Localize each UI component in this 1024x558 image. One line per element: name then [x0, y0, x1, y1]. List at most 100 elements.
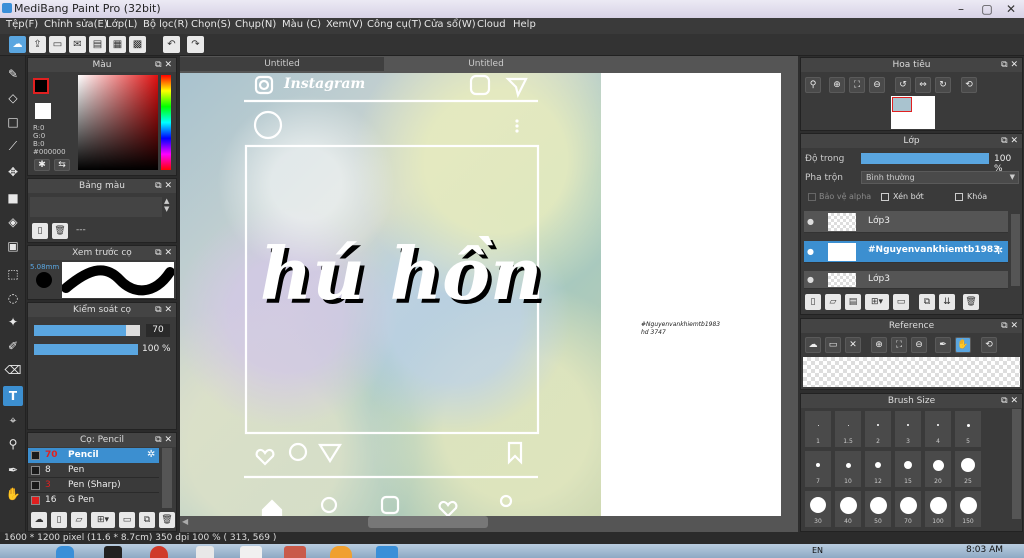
- brush-opacity-slider[interactable]: [34, 344, 138, 355]
- lock-checkbox[interactable]: [955, 193, 963, 201]
- nav-fit-icon[interactable]: ⛶: [849, 77, 865, 93]
- eyedropper-tool-icon[interactable]: ⚲: [3, 434, 23, 454]
- brush-menu-icon[interactable]: ⊞▾: [91, 512, 115, 528]
- panel-close-icon[interactable]: ⧉ ✕: [155, 303, 172, 317]
- nav-reset-icon[interactable]: ⟲: [961, 77, 977, 93]
- nav-zoom-out-icon[interactable]: ⊖: [869, 77, 885, 93]
- saturation-value-picker[interactable]: [78, 75, 158, 170]
- minimize-icon[interactable]: –: [948, 0, 974, 18]
- nav-zoom-icon[interactable]: ⚲: [805, 77, 821, 93]
- brush-size-cell[interactable]: 10: [835, 451, 861, 487]
- artwork-image[interactable]: Instagram hú hồn: [180, 73, 601, 516]
- brush-settings-icon[interactable]: ✲: [147, 449, 155, 460]
- shape-tool-icon[interactable]: □: [3, 112, 23, 132]
- brush-size-cell[interactable]: 3: [895, 411, 921, 447]
- layer-folder-icon[interactable]: ▭: [893, 294, 909, 310]
- menu-help[interactable]: Help: [513, 19, 536, 30]
- brush-tool-icon[interactable]: ✎: [3, 64, 23, 84]
- menu-capture[interactable]: Chụp(N): [235, 19, 276, 30]
- brush-cloud-icon[interactable]: ☁: [31, 512, 47, 528]
- line-tool-icon[interactable]: ⟋: [3, 136, 23, 156]
- message-icon[interactable]: ✉: [69, 36, 86, 53]
- brush-new-icon[interactable]: ▯: [51, 512, 67, 528]
- brush-folder-icon[interactable]: ▭: [119, 512, 135, 528]
- reference-view[interactable]: [803, 357, 1020, 387]
- brush-size-cell[interactable]: 100: [925, 491, 951, 527]
- visibility-eye-icon[interactable]: ●: [807, 247, 814, 256]
- magic-wand-tool-icon[interactable]: ✦: [3, 312, 23, 332]
- menu-tools[interactable]: Công cụ(T): [367, 19, 422, 30]
- brush-size-cell[interactable]: 25: [955, 451, 981, 487]
- brush-delete-icon[interactable]: 🗑: [159, 512, 175, 528]
- ref-open-icon[interactable]: ▭: [825, 337, 841, 353]
- layer-merge-icon[interactable]: ⇊: [939, 294, 955, 310]
- menu-edit[interactable]: Chỉnh sửa(E): [44, 19, 108, 30]
- navigator-thumbnail[interactable]: [891, 96, 935, 129]
- taskbar-app-icon[interactable]: [330, 546, 352, 558]
- text-tool-icon[interactable]: T: [3, 386, 23, 406]
- nav-rotate-left-icon[interactable]: ↺: [895, 77, 911, 93]
- share-icon[interactable]: ⇪: [29, 36, 46, 53]
- cloud-icon[interactable]: ☁: [9, 36, 26, 53]
- ref-zoom-in-icon[interactable]: ⊕: [871, 337, 887, 353]
- ref-fit-icon[interactable]: ⛶: [891, 337, 907, 353]
- menu-color[interactable]: Màu (C): [282, 19, 321, 30]
- eraser-tool-icon[interactable]: ◇: [3, 88, 23, 108]
- taskbar-app-icon[interactable]: [240, 546, 262, 558]
- brush-size-cell[interactable]: 1: [805, 411, 831, 447]
- layer-duplicate-icon[interactable]: ⧉: [919, 294, 935, 310]
- gradient-tool-icon[interactable]: ▣: [3, 236, 23, 256]
- layer-settings-icon[interactable]: ✲: [994, 244, 1003, 257]
- select-rect-tool-icon[interactable]: ⬚: [3, 264, 23, 284]
- close-icon[interactable]: ✕: [998, 0, 1024, 18]
- ref-rotate-icon[interactable]: ⟲: [981, 337, 997, 353]
- brush-size-cell[interactable]: 150: [955, 491, 981, 527]
- clipping-checkbox[interactable]: [881, 193, 889, 201]
- panel-close-icon[interactable]: ⧉ ✕: [155, 433, 172, 447]
- layer-delete-icon[interactable]: 🗑: [963, 294, 979, 310]
- brush-item[interactable]: 8 Pen: [28, 463, 159, 478]
- canvas-scroll-left-icon[interactable]: ◀: [182, 517, 188, 526]
- canvas-horizontal-scrollbar[interactable]: [368, 516, 488, 528]
- grid-icon[interactable]: ▩: [129, 36, 146, 53]
- redo-icon[interactable]: ↷: [187, 36, 204, 53]
- layer-row-selected[interactable]: ● #Nguyenvankhiemtb1983 ✲: [804, 241, 1008, 263]
- brush-size-cell[interactable]: 70: [895, 491, 921, 527]
- undo-icon[interactable]: ↶: [163, 36, 180, 53]
- taskbar-lang[interactable]: EN: [812, 546, 823, 555]
- layer-row[interactable]: ● Lớp3: [804, 271, 1008, 289]
- palette-swatch-area[interactable]: [30, 197, 162, 217]
- palette-scroll-icon[interactable]: ▲ ▼: [164, 197, 169, 213]
- taskbar-app-icon[interactable]: [150, 546, 168, 558]
- brush-item[interactable]: 3 Pen (Sharp): [28, 478, 159, 493]
- brush-size-cell[interactable]: 5: [955, 411, 981, 447]
- dropper2-tool-icon[interactable]: ✒: [3, 460, 23, 480]
- hand-tool-icon[interactable]: ✋: [3, 484, 23, 504]
- pages-icon[interactable]: ▦: [109, 36, 126, 53]
- blend-mode-select[interactable]: Bình thường ▼: [861, 171, 1019, 184]
- brush-size-cell[interactable]: 40: [835, 491, 861, 527]
- layer-new-icon[interactable]: ▯: [805, 294, 821, 310]
- brush-item[interactable]: 70 Pencil ✲: [28, 448, 159, 463]
- tab-untitled-2[interactable]: Untitled: [386, 57, 586, 71]
- color-add-icon[interactable]: ✱: [34, 159, 50, 171]
- palette-new-icon[interactable]: ▯: [32, 223, 48, 239]
- background-swatch[interactable]: [35, 103, 51, 119]
- maximize-icon[interactable]: ▢: [974, 0, 1000, 18]
- taskbar-app-icon[interactable]: [104, 546, 122, 558]
- taskbar-app-icon[interactable]: [196, 546, 214, 558]
- protect-alpha-checkbox[interactable]: [808, 193, 816, 201]
- bucket-tool-icon[interactable]: ◈: [3, 212, 23, 232]
- layer-new-color-icon[interactable]: ▱: [825, 294, 841, 310]
- page-icon[interactable]: ▤: [89, 36, 106, 53]
- brush-item[interactable]: 16 G Pen: [28, 493, 159, 508]
- menu-file[interactable]: Tệp(F): [6, 19, 38, 30]
- menu-view[interactable]: Xem(V): [326, 19, 363, 30]
- panel-close-icon[interactable]: ⧉ ✕: [1001, 134, 1018, 148]
- taskbar-app-icon[interactable]: [284, 546, 306, 558]
- brush-size-cell[interactable]: 7: [805, 451, 831, 487]
- hue-slider[interactable]: [161, 75, 171, 170]
- panel-close-icon[interactable]: ⧉ ✕: [155, 246, 172, 260]
- panel-close-icon[interactable]: ⧉ ✕: [1001, 319, 1018, 333]
- taskbar-clock[interactable]: 8:03 AM: [966, 545, 1003, 555]
